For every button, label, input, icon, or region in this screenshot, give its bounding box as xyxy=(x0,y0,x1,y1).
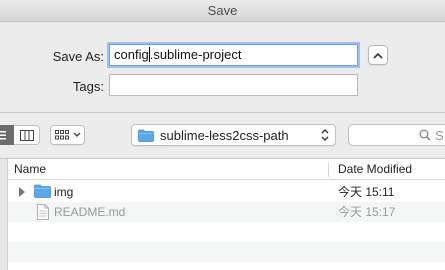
file-row-img[interactable]: img 今天 15:11 xyxy=(8,182,445,202)
arrange-button[interactable] xyxy=(50,125,85,145)
save-as-label: Save As: xyxy=(52,49,104,64)
icon-view-button[interactable] xyxy=(0,125,14,145)
file-date: 今天 15:11 xyxy=(338,185,395,199)
document-icon xyxy=(37,204,49,220)
folder-icon xyxy=(138,129,154,142)
updown-arrows-icon xyxy=(321,129,329,141)
tags-field[interactable] xyxy=(109,74,358,96)
column-separator[interactable] xyxy=(328,162,329,177)
file-browser: Name Date Modified img 今天 15:11 README.m… xyxy=(0,158,445,270)
name-column-header[interactable]: Name xyxy=(14,159,46,180)
tags-label: Tags: xyxy=(72,79,104,94)
save-as-value-prefix: config xyxy=(114,47,149,62)
column-header: Name Date Modified xyxy=(8,159,445,180)
disclosure-triangle-icon[interactable] xyxy=(18,187,26,197)
file-row-readme: README.md 今天 15:17 xyxy=(8,202,445,222)
expand-dialog-button[interactable] xyxy=(368,45,388,65)
window-title: Save xyxy=(207,3,238,18)
search-field[interactable]: S xyxy=(348,124,445,146)
location-popup[interactable]: sublime-less2css-path xyxy=(131,124,336,146)
folder-icon xyxy=(34,184,51,198)
window-title-bar: Save xyxy=(0,0,445,22)
save-as-value-suffix: .sublime-project xyxy=(149,47,242,62)
date-modified-column-header[interactable]: Date Modified xyxy=(338,159,412,180)
file-name: img xyxy=(54,185,74,199)
chevron-up-icon xyxy=(373,52,383,59)
column-view-icon xyxy=(19,129,34,141)
search-placeholder: S xyxy=(435,127,444,143)
empty-row xyxy=(8,242,445,262)
location-label: sublime-less2css-path xyxy=(160,127,289,143)
empty-row xyxy=(8,222,445,242)
save-as-field[interactable]: config.sublime-project xyxy=(109,44,358,66)
sidebar-edge xyxy=(0,159,8,270)
chevron-down-icon xyxy=(73,132,80,137)
list-view-icon xyxy=(0,131,6,140)
search-icon xyxy=(419,129,431,141)
view-mode-control[interactable] xyxy=(0,125,40,145)
file-name: README.md xyxy=(54,205,126,219)
grid-arrange-icon xyxy=(54,130,69,140)
file-date: 今天 15:17 xyxy=(338,205,396,219)
section-divider xyxy=(0,112,445,113)
column-view-button[interactable] xyxy=(14,125,40,145)
